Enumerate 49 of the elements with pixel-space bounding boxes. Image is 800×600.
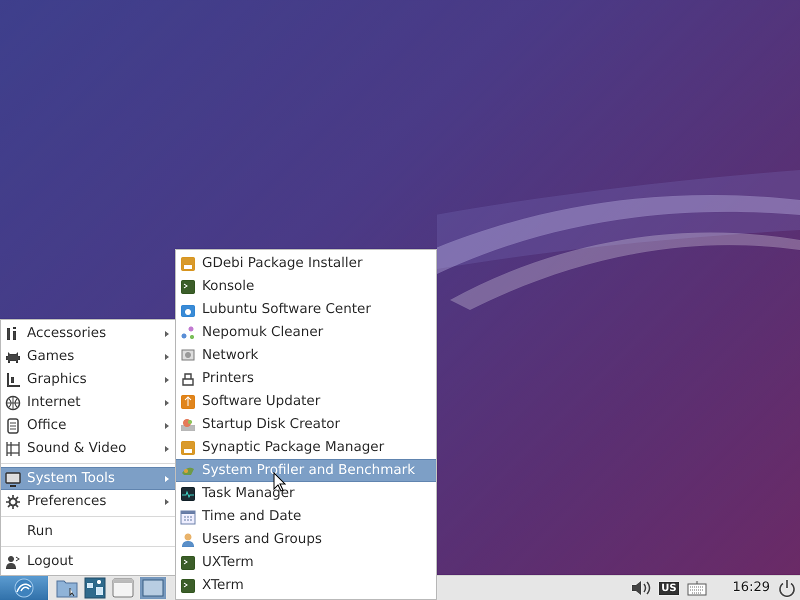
menu-item[interactable]: Lubuntu Software Center — [176, 298, 436, 321]
menu-item[interactable]: Office — [1, 414, 175, 437]
menu-item[interactable]: Internet — [1, 391, 175, 414]
menu-item[interactable]: Users and Groups — [176, 528, 436, 551]
printer-icon — [180, 370, 196, 386]
menu-item[interactable]: Graphics — [1, 368, 175, 391]
image-icon[interactable] — [84, 577, 106, 599]
clock[interactable]: 16:29 — [732, 578, 770, 598]
power-icon[interactable] — [778, 579, 796, 597]
monitor-icon — [5, 470, 21, 486]
globe-icon — [5, 394, 21, 410]
terminal-icon — [180, 554, 196, 570]
menu-item[interactable]: Task Manager — [176, 482, 436, 505]
menu-item[interactable]: Accessories — [1, 322, 175, 345]
menu-item[interactable]: Run — [1, 520, 175, 543]
logo-icon — [14, 578, 34, 598]
menu-item[interactable]: Synaptic Package Manager — [176, 436, 436, 459]
menu-item[interactable]: Network — [176, 344, 436, 367]
volume-icon[interactable] — [631, 580, 652, 596]
folder-icon[interactable] — [56, 578, 78, 598]
person-icon — [5, 554, 21, 570]
document-icon — [5, 418, 21, 434]
menu-item[interactable]: UXTerm — [176, 551, 436, 574]
menu-item[interactable]: GDebi Package Installer — [176, 252, 436, 275]
menu-item[interactable]: Printers — [176, 367, 436, 390]
desktop-icon[interactable] — [140, 577, 166, 599]
menu-item[interactable]: Nepomuk Cleaner — [176, 321, 436, 344]
menu-item[interactable]: Software Updater — [176, 390, 436, 413]
menu-item[interactable]: Konsole — [176, 275, 436, 298]
keyboard-icon[interactable] — [686, 580, 707, 596]
start-menu-button[interactable] — [0, 576, 48, 600]
menu-item[interactable]: Preferences — [1, 490, 175, 513]
menu-item[interactable]: Time and Date — [176, 505, 436, 528]
menu-item[interactable]: Startup Disk Creator — [176, 413, 436, 436]
gear-icon — [5, 494, 21, 510]
film-icon — [5, 440, 21, 456]
terminal-icon — [180, 278, 196, 294]
update-icon — [180, 394, 196, 410]
menu-item[interactable]: Sound & Video — [1, 437, 175, 460]
activity-monitor-icon — [180, 486, 196, 502]
terminal-icon — [180, 578, 196, 594]
menu-item[interactable]: XTerm — [176, 574, 436, 597]
menu-item[interactable]: Logout — [1, 550, 175, 573]
disk-icon — [180, 416, 196, 432]
calendar-icon — [180, 508, 196, 524]
menu-item[interactable]: Games — [1, 345, 175, 368]
keyboard-layout-indicator[interactable]: US — [659, 582, 679, 594]
window-icon[interactable] — [112, 578, 134, 598]
users-icon — [180, 532, 196, 548]
